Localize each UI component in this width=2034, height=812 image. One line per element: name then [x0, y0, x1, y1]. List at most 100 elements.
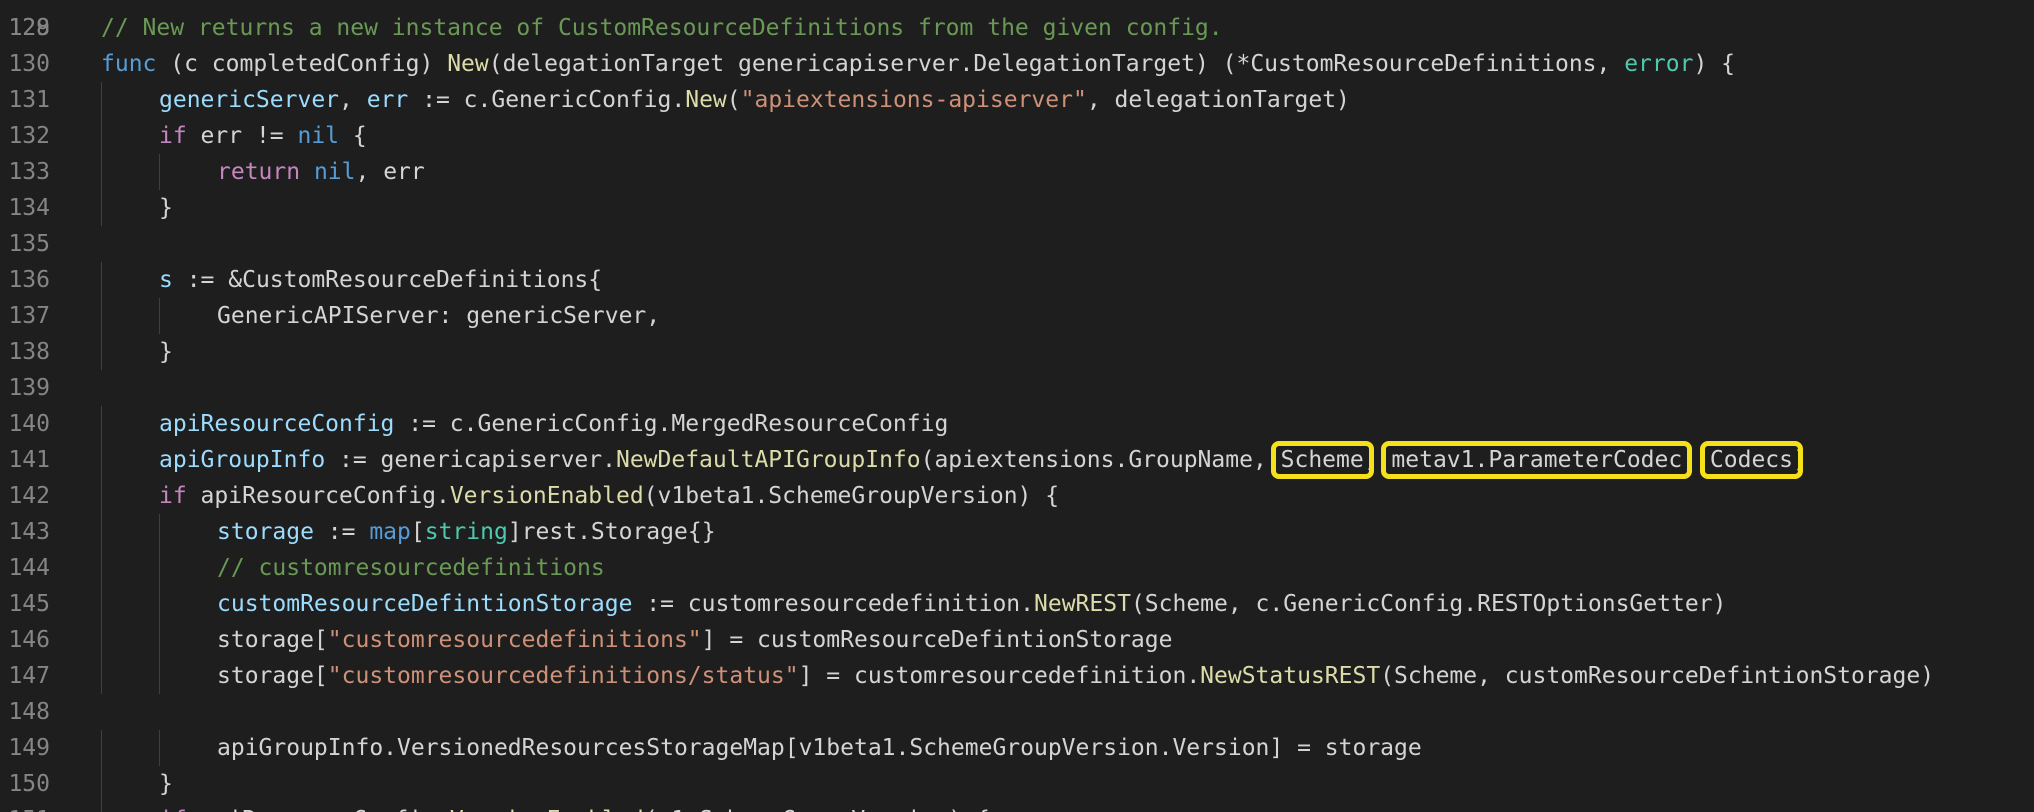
- line-code: if apiResourceConfig.VersionEnabled(v1.S…: [159, 802, 990, 812]
- token: := c.GenericConfig.: [408, 87, 686, 113]
- token: New: [447, 51, 489, 77]
- token: storage[: [217, 663, 328, 689]
- token: nil: [313, 159, 356, 185]
- line-code: func (c completedConfig) New(delegationT…: [101, 46, 1735, 82]
- partial-top-line: 128: [0, 0, 55, 41]
- indent-guide: [101, 766, 102, 802]
- token: error: [1624, 51, 1694, 77]
- indent-guide: [101, 82, 102, 118]
- line-code: if apiResourceConfig.VersionEnabled(v1be…: [159, 478, 1059, 514]
- token: ) {: [1693, 51, 1735, 77]
- line-code: // New returns a new instance of CustomR…: [101, 10, 1223, 46]
- token: apiGroupInfo: [159, 447, 326, 473]
- token: // New returns a new instance of CustomR…: [101, 15, 1223, 41]
- line-code: apiGroupInfo.VersionedResourcesStorageMa…: [217, 730, 1422, 766]
- line-number: 132: [8, 123, 50, 149]
- line-number: 149: [8, 735, 50, 761]
- token: genericServer: [159, 87, 340, 113]
- line-number: 138: [8, 339, 50, 365]
- code-line-151: 151 if apiResourceConfig.VersionEnabled(v…: [0, 802, 2034, 812]
- line-number: 145: [8, 591, 50, 617]
- line-number: 148: [8, 699, 50, 725]
- indent-guide: [101, 190, 102, 226]
- code-editor[interactable]: 128 129 // New returns a new instance of …: [0, 0, 2034, 812]
- token: NewREST: [1034, 591, 1131, 617]
- token: "apiextensions-apiserver": [740, 87, 1087, 113]
- token: ] = customResourceDefintionStorage: [701, 627, 1173, 653]
- code-line-146: 146 storage["customresourcedefinitions"] …: [0, 622, 2034, 658]
- indent-guide: [101, 334, 102, 370]
- indent-guide: [101, 730, 102, 766]
- line-number: 144: [8, 555, 50, 581]
- indent-guide: [101, 406, 102, 442]
- code-line-136: 136 s := &CustomResourceDefinitions{: [0, 262, 2034, 298]
- line-code: genericServer, err := c.GenericConfig.Ne…: [159, 82, 1350, 118]
- indent-guide: [101, 478, 102, 514]
- token: (Scheme, c.GenericConfig.RESTOptionsGett…: [1130, 591, 1727, 617]
- indent-guide: [159, 622, 160, 658]
- line-code: // customresourcedefinitions: [217, 550, 605, 586]
- code-line-138: 138}: [0, 334, 2034, 370]
- line-number: 143: [8, 519, 50, 545]
- token: (c completedConfig): [156, 51, 448, 77]
- code-line-143: 143 storage := map[string]rest.Storage{}: [0, 514, 2034, 550]
- token: s: [159, 267, 173, 293]
- token: := customresourcedefinition.: [632, 591, 1034, 617]
- line-code: }: [159, 766, 173, 802]
- token: := &CustomResourceDefinitions{: [172, 267, 603, 293]
- token: (v1.SchemeGroupVersion) {: [644, 807, 990, 812]
- line-number: 137: [8, 303, 50, 329]
- line-number: 134: [8, 195, 50, 221]
- line-number: 146: [8, 627, 50, 653]
- token: storage[: [217, 627, 328, 653]
- code-line-142: 142 if apiResourceConfig.VersionEnabled(v…: [0, 478, 2034, 514]
- code-line-133: 133 return nil, err: [0, 154, 2034, 190]
- line-number: 140: [8, 411, 50, 437]
- indent-guide: [159, 658, 160, 694]
- code-line-149: 149 apiGroupInfo.VersionedResourcesStorag…: [0, 730, 2034, 766]
- token: return: [217, 159, 301, 185]
- token: apiResourceConfig: [159, 411, 395, 437]
- code-line-150: 150}: [0, 766, 2034, 802]
- indent-guide: [101, 154, 102, 190]
- indent-guide: [101, 658, 102, 694]
- token: apiGroupInfo.VersionedResourcesStorageMa…: [217, 735, 1422, 761]
- code-line-131: 131 genericServer, err := c.GenericConfig…: [0, 82, 2034, 118]
- indent-guide: [101, 550, 102, 586]
- line-number: 131: [8, 87, 50, 113]
- indent-guide: [101, 802, 102, 812]
- token: "customresourcedefinitions": [327, 627, 702, 653]
- token: ,: [339, 87, 367, 113]
- token: nil: [297, 123, 340, 149]
- token: // customresourcedefinitions: [217, 555, 605, 581]
- line-code: apiGroupInfo := genericapiserver.NewDefa…: [159, 442, 1807, 478]
- indent-guide: [159, 298, 160, 334]
- line-code: s := &CustomResourceDefinitions{: [159, 262, 602, 298]
- token: err !=: [186, 123, 298, 149]
- token: if: [159, 123, 187, 149]
- line-number: 135: [8, 231, 50, 257]
- line-code: storage["customresourcedefinitions"] = c…: [217, 622, 1172, 658]
- line-number: 147: [8, 663, 50, 689]
- token: ]rest.Storage{}: [507, 519, 716, 545]
- line-number: 142: [8, 483, 50, 509]
- line-code: storage["customresourcedefinitions/statu…: [217, 658, 1934, 694]
- token: if: [159, 807, 187, 812]
- line-code: return nil, err: [217, 154, 425, 190]
- token: VersionEnabled: [449, 483, 644, 509]
- indent-guide: [101, 442, 102, 478]
- code-line-147: 147 storage["customresourcedefinitions/st…: [0, 658, 2034, 694]
- indent-guide: [159, 730, 160, 766]
- token: NewDefaultAPIGroupInfo: [615, 447, 921, 473]
- token: err: [366, 87, 409, 113]
- line-number: 136: [8, 267, 50, 293]
- line-number: 130: [8, 51, 50, 77]
- indent-guide: [101, 118, 102, 154]
- code-line-130: 130 func (c completedConfig) New(delegati…: [0, 46, 2034, 82]
- token: apiResourceConfig.: [186, 483, 450, 509]
- token: }: [159, 195, 173, 221]
- code-line-140: 140 apiResourceConfig := c.GenericConfig.…: [0, 406, 2034, 442]
- line-code: customResourceDefintionStorage := custom…: [217, 586, 1726, 622]
- token: func: [101, 51, 157, 77]
